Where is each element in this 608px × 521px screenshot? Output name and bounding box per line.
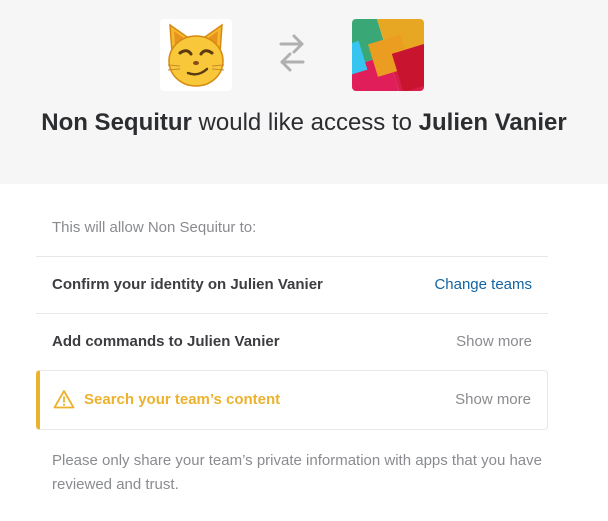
oauth-header: Non Sequitur would like access to Julien… [0, 0, 608, 184]
page-title: Non Sequitur would like access to Julien… [0, 108, 608, 138]
requesting-app-name: Non Sequitur [41, 109, 192, 136]
trust-notice: Please only share your team’s private in… [52, 452, 542, 493]
permission-row-search-warning: Search your team’s content Show more [36, 370, 548, 430]
cat-emoji-icon [160, 19, 232, 91]
show-more-link[interactable]: Show more [456, 314, 532, 370]
permission-label: Add commands to Julien Vanier [52, 333, 280, 350]
slack-logo-icon [352, 19, 424, 91]
permission-label: Confirm your identity on Julien Vanier [52, 276, 323, 293]
team-name: Julien Vanier [418, 109, 567, 136]
swap-arrows-icon [278, 32, 306, 74]
permission-row-commands: Add commands to Julien Vanier Show more [36, 314, 548, 370]
change-teams-link[interactable]: Change teams [434, 257, 532, 313]
permissions-intro: This will allow Non Sequitur to: [52, 219, 257, 236]
warning-icon [53, 389, 75, 409]
show-more-link[interactable]: Show more [455, 371, 531, 429]
permission-label: Search your team’s content [84, 391, 281, 408]
title-text: would like access to [191, 109, 419, 136]
permission-row-identity: Confirm your identity on Julien Vanier C… [36, 257, 548, 313]
